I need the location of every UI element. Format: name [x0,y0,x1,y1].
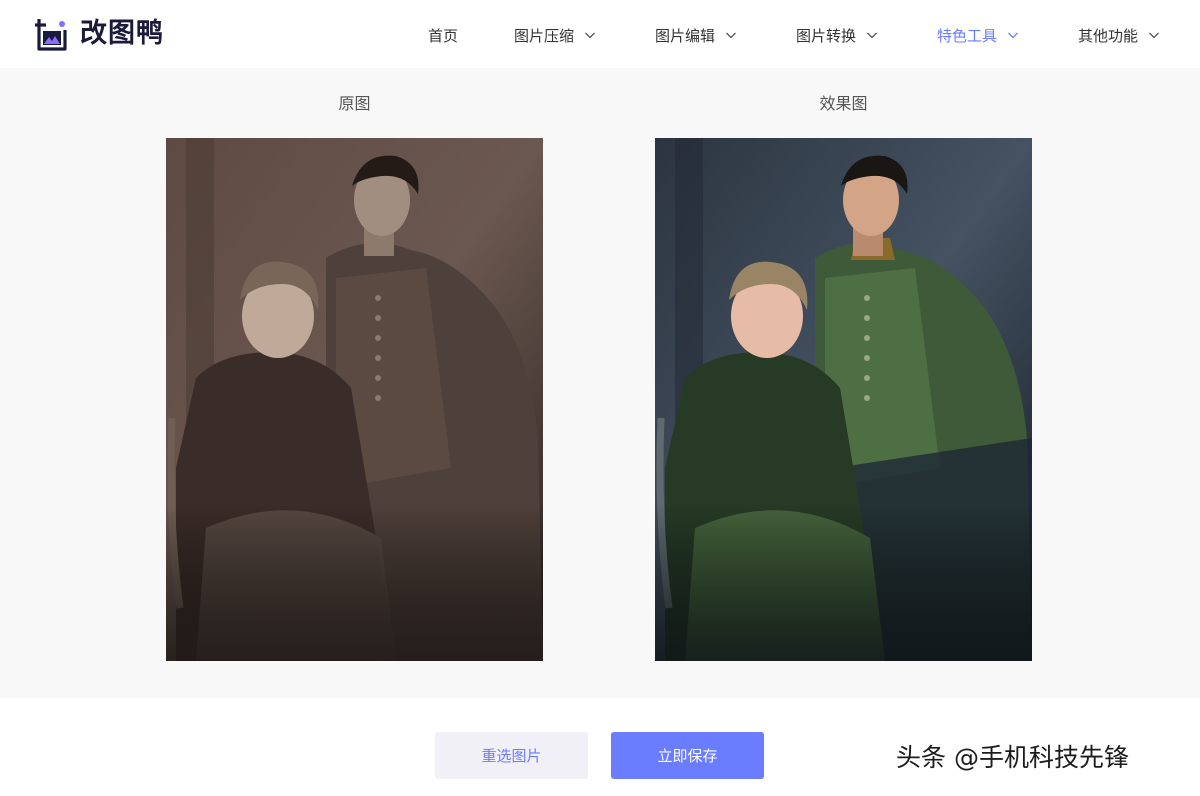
chevron-down-icon [1007,29,1019,41]
nav-item-other[interactable]: 其他功能 [1078,24,1160,46]
nav-item-edit[interactable]: 图片编辑 [655,24,737,46]
nav-item-special-tools[interactable]: 特色工具 [937,24,1019,46]
top-header: 改图鸭 首页 图片压缩 图片编辑 图片转换 特色工具 其他功能 [0,0,1200,68]
compare-area: 原图 效果图 [0,68,1200,698]
nav-item-label: 其他功能 [1078,26,1139,45]
result-label: 效果图 [819,94,868,113]
result-image [655,138,1032,661]
chevron-down-icon [1148,29,1160,41]
brand-name: 改图鸭 [80,18,164,49]
nav-item-label: 首页 [428,26,459,45]
original-image [166,138,543,661]
watermark: 头条 @手机科技先锋 [896,743,1129,772]
action-bar: 重选图片 立即保存 头条 @手机科技先锋 [0,698,1200,796]
chevron-down-icon [584,29,596,41]
chevron-down-icon [866,29,878,41]
save-now-button[interactable]: 立即保存 [611,732,764,779]
photo-frame-icon [35,19,67,51]
nav-item-label: 特色工具 [937,26,998,45]
original-label: 原图 [338,94,371,113]
nav-item-label: 图片压缩 [514,26,575,45]
nav-item-home[interactable]: 首页 [428,24,458,46]
logo[interactable]: 改图鸭 [34,15,164,53]
nav-item-compress[interactable]: 图片压缩 [514,24,596,46]
nav-item-label: 图片编辑 [655,26,716,45]
nav-item-label: 图片转换 [796,26,857,45]
nav-item-convert[interactable]: 图片转换 [796,24,878,46]
reselect-image-button[interactable]: 重选图片 [435,732,588,779]
chevron-down-icon [725,29,737,41]
